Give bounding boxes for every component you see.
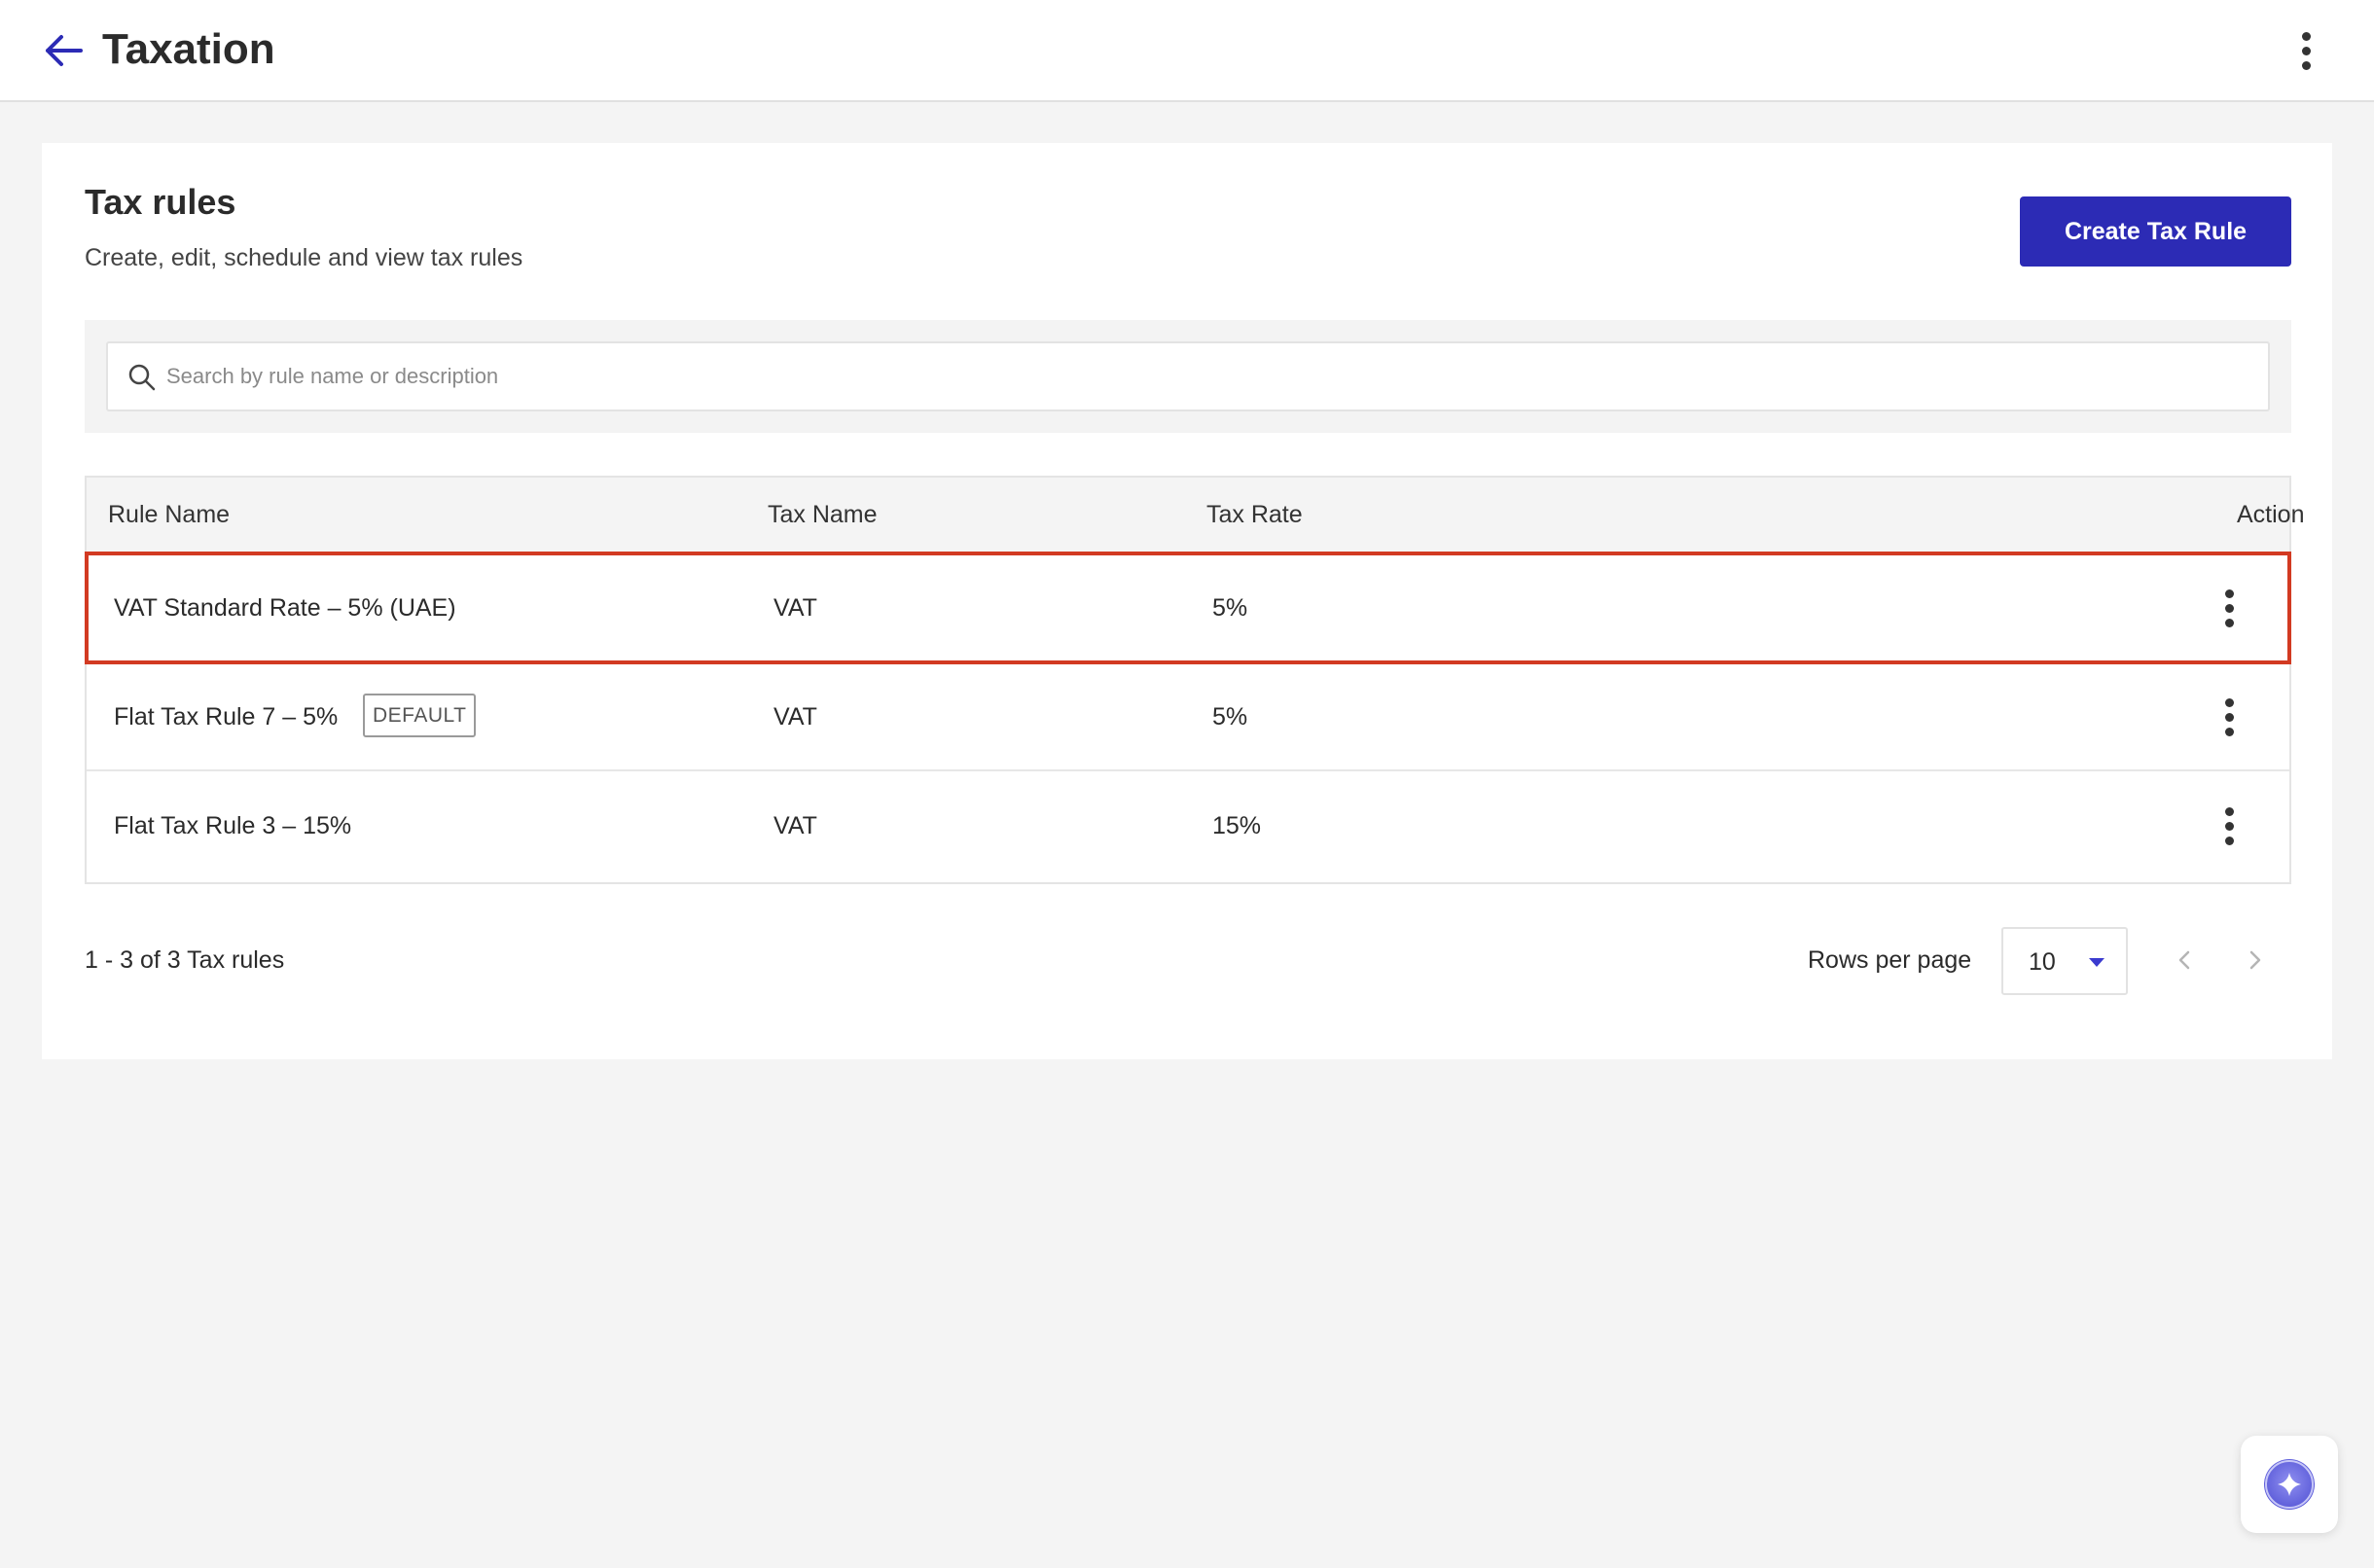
rule-name: VAT Standard Rate – 5% (UAE) bbox=[114, 594, 456, 622]
row-actions-more-icon[interactable] bbox=[2212, 801, 2247, 851]
sparkle-icon bbox=[2264, 1459, 2315, 1510]
tax-rules-card: Tax rules Create, edit, schedule and vie… bbox=[42, 143, 2332, 1059]
section-title: Tax rules bbox=[85, 182, 236, 222]
next-page-button[interactable] bbox=[2226, 931, 2284, 989]
tax-rules-table: Rule Name Tax Name Tax Rate Action VAT S… bbox=[85, 476, 2304, 884]
table-row[interactable]: Flat Tax Rule 3 – 15% VAT 15% bbox=[87, 771, 2289, 880]
previous-page-button[interactable] bbox=[2155, 931, 2213, 989]
table-row[interactable]: Flat Tax Rule 7 – 5% DEFAULT VAT 5% bbox=[87, 662, 2289, 771]
tax-rate: 15% bbox=[1212, 812, 1262, 839]
tax-rate: 5% bbox=[1212, 594, 1248, 622]
section-subtitle: Create, edit, schedule and view tax rule… bbox=[85, 244, 523, 271]
search-box[interactable] bbox=[106, 341, 2270, 411]
table-row[interactable]: VAT Standard Rate – 5% (UAE) VAT 5% bbox=[85, 552, 2291, 664]
tax-name: VAT bbox=[773, 594, 817, 622]
chevron-down-icon bbox=[2089, 958, 2104, 967]
rows-per-page-value: 10 bbox=[2029, 948, 2056, 976]
row-actions-more-icon[interactable] bbox=[2212, 692, 2247, 742]
search-panel bbox=[85, 320, 2291, 433]
table-header: Rule Name Tax Name Tax Rate Action bbox=[87, 478, 2304, 553]
search-icon bbox=[128, 364, 156, 391]
rows-per-page-label: Rows per page bbox=[1808, 946, 1972, 974]
more-vertical-icon[interactable] bbox=[2286, 25, 2325, 76]
column-header-rule-name: Rule Name bbox=[108, 501, 231, 528]
rows-per-page-select[interactable]: 10 bbox=[2001, 927, 2128, 995]
arrow-left-icon bbox=[46, 35, 83, 66]
column-header-tax-rate: Tax Rate bbox=[1206, 501, 1303, 528]
column-header-action: Action bbox=[2237, 501, 2305, 528]
chevron-right-icon bbox=[2249, 950, 2261, 970]
default-badge: DEFAULT bbox=[363, 694, 477, 737]
search-input[interactable] bbox=[166, 343, 2258, 410]
pagination-summary: 1 - 3 of 3 Tax rules bbox=[85, 946, 285, 974]
rule-name: Flat Tax Rule 3 – 15% bbox=[114, 812, 352, 839]
tax-name: VAT bbox=[773, 812, 817, 839]
chevron-left-icon bbox=[2178, 950, 2190, 970]
row-actions-more-icon[interactable] bbox=[2212, 583, 2247, 633]
tax-name: VAT bbox=[773, 703, 817, 731]
tax-rate: 5% bbox=[1212, 703, 1248, 731]
back-button[interactable] bbox=[39, 29, 88, 72]
ai-assistant-button[interactable] bbox=[2241, 1436, 2338, 1533]
top-bar: Taxation bbox=[0, 0, 2374, 102]
create-tax-rule-button[interactable]: Create Tax Rule bbox=[2020, 196, 2291, 267]
column-header-tax-name: Tax Name bbox=[768, 501, 878, 528]
page-title: Taxation bbox=[102, 25, 275, 73]
rule-name: Flat Tax Rule 7 – 5% bbox=[114, 703, 339, 731]
